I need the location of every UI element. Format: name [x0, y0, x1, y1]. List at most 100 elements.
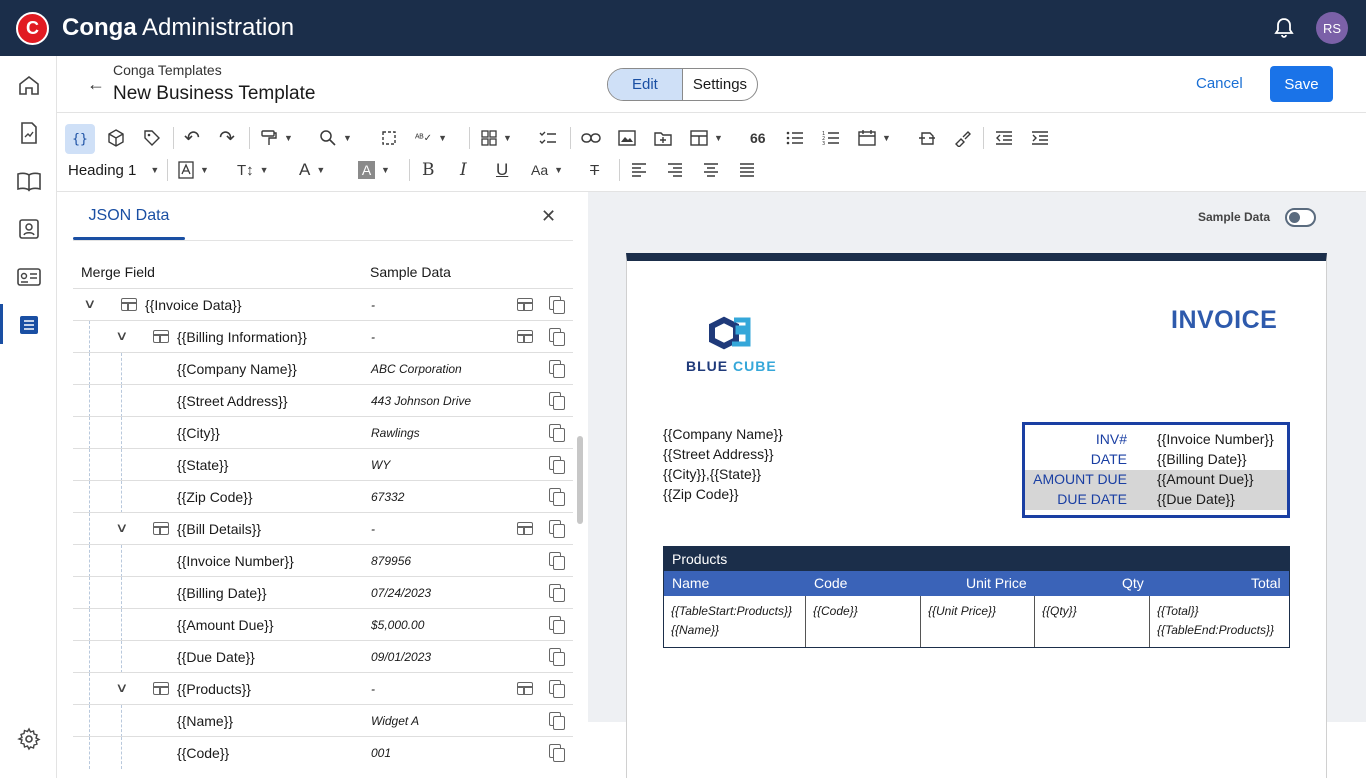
- bullet-list-icon[interactable]: [786, 125, 804, 151]
- insert-table-icon[interactable]: [517, 298, 533, 311]
- image-icon[interactable]: [618, 125, 636, 151]
- copy-icon[interactable]: [549, 584, 565, 602]
- redo-icon[interactable]: ↷: [219, 125, 235, 151]
- refresh-doc-icon[interactable]: [918, 125, 936, 151]
- copy-icon[interactable]: [549, 488, 565, 506]
- chevron-down-icon[interactable]: ∨: [115, 520, 128, 536]
- undo-icon[interactable]: ↶: [184, 125, 200, 151]
- tree-row-zip-code[interactable]: {{Zip Code}} 67332: [73, 480, 573, 513]
- highlight-color-icon[interactable]: A ▼: [358, 157, 390, 183]
- font-size-icon[interactable]: T↕ ▼: [237, 157, 269, 183]
- tree-row-state[interactable]: {{State}} WY: [73, 448, 573, 481]
- text-case-icon[interactable]: Aa ▼: [531, 157, 563, 183]
- copy-icon[interactable]: [549, 648, 565, 666]
- conga-logo: C: [16, 12, 49, 45]
- calendar-icon[interactable]: ▼: [858, 125, 891, 151]
- copy-icon[interactable]: [549, 360, 565, 378]
- bill-to-address: {{Company Name}} {{Street Address}} {{Ci…: [663, 426, 783, 502]
- id-card-icon[interactable]: [16, 264, 42, 290]
- back-arrow-icon[interactable]: ←: [87, 74, 105, 95]
- select-all-icon[interactable]: [381, 125, 397, 151]
- tree-row-products[interactable]: ∨ {{Products}} -: [73, 672, 573, 705]
- tree-row-amount-due[interactable]: {{Amount Due}} $5,000.00: [73, 608, 573, 641]
- close-icon[interactable]: ✕: [541, 206, 556, 227]
- table-node-icon: [153, 522, 169, 535]
- numbered-list-icon[interactable]: 123: [822, 125, 840, 151]
- copy-icon[interactable]: [549, 392, 565, 410]
- checklist-icon[interactable]: [539, 125, 557, 151]
- tree-row-bill-details[interactable]: ∨ {{Bill Details}} -: [73, 512, 573, 545]
- copy-icon[interactable]: [549, 424, 565, 442]
- cube-icon[interactable]: [107, 125, 125, 151]
- insert-table-icon[interactable]: [517, 522, 533, 535]
- table-icon[interactable]: ▼: [690, 125, 723, 151]
- settings-gear-icon[interactable]: [16, 726, 42, 752]
- tab-json-data[interactable]: JSON Data: [73, 207, 185, 225]
- align-center-icon[interactable]: [703, 157, 719, 183]
- breadcrumb[interactable]: Conga Templates: [113, 62, 222, 78]
- tree-row-billing-date[interactable]: {{Billing Date}} 07/24/2023: [73, 576, 573, 609]
- search-icon[interactable]: ▼: [319, 125, 352, 151]
- font-color-icon[interactable]: A ▼: [299, 157, 325, 183]
- contact-card-icon[interactable]: [16, 216, 42, 242]
- format-painter-icon[interactable]: ▼: [260, 125, 293, 151]
- paragraph-style-select[interactable]: Heading 1 ▼: [68, 157, 159, 183]
- copy-icon[interactable]: [549, 744, 565, 762]
- outdent-icon[interactable]: [995, 125, 1013, 151]
- copy-icon[interactable]: [549, 616, 565, 634]
- sample-data-toggle[interactable]: [1285, 208, 1316, 227]
- tree-row-code[interactable]: {{Code}} 001: [73, 736, 573, 769]
- copy-icon[interactable]: [549, 552, 565, 570]
- underline-icon[interactable]: U: [496, 157, 508, 183]
- copy-icon[interactable]: [549, 296, 565, 314]
- quote-icon[interactable]: 66: [750, 125, 766, 151]
- tree-row-invoice-number[interactable]: {{Invoice Number}} 879956: [73, 544, 573, 577]
- link-icon[interactable]: [581, 125, 601, 151]
- blue-cube-logo-icon: [709, 316, 751, 350]
- document-icon[interactable]: [16, 120, 42, 146]
- spellcheck-icon[interactable]: ᴬᴮ✓ ▼: [415, 125, 447, 151]
- justify-icon[interactable]: [739, 157, 755, 183]
- tab-edit[interactable]: Edit: [608, 69, 683, 100]
- panel-scrollbar[interactable]: [577, 436, 583, 524]
- align-right-icon[interactable]: [667, 157, 683, 183]
- copy-icon[interactable]: [549, 328, 565, 346]
- align-left-icon[interactable]: [631, 157, 647, 183]
- clean-brush-icon[interactable]: [953, 125, 971, 151]
- tree-row-company-name[interactable]: {{Company Name}} ABC Corporation: [73, 352, 573, 385]
- indent-icon[interactable]: [1031, 125, 1049, 151]
- page-title: New Business Template: [113, 83, 316, 104]
- chevron-down-icon[interactable]: ∨: [83, 296, 96, 312]
- copy-icon[interactable]: [549, 520, 565, 538]
- user-avatar[interactable]: RS: [1316, 12, 1348, 44]
- copy-icon[interactable]: [549, 456, 565, 474]
- italic-icon[interactable]: I: [460, 157, 467, 183]
- tree-row-due-date[interactable]: {{Due Date}} 09/01/2023: [73, 640, 573, 673]
- copy-icon[interactable]: [549, 680, 565, 698]
- tree-row-invoice-data[interactable]: ∨ {{Invoice Data}} -: [73, 288, 573, 320]
- merge-field-icon[interactable]: {}: [65, 124, 95, 154]
- tag-icon[interactable]: [143, 125, 161, 151]
- chevron-down-icon[interactable]: ∨: [115, 328, 128, 344]
- insert-folder-icon[interactable]: [654, 125, 672, 151]
- tree-row-street-address[interactable]: {{Street Address}} 443 Johnson Drive: [73, 384, 573, 417]
- home-icon[interactable]: [16, 72, 42, 98]
- layout-grid-icon[interactable]: ▼: [481, 125, 512, 151]
- tab-settings[interactable]: Settings: [683, 69, 757, 100]
- tree-row-city[interactable]: {{City}} Rawlings: [73, 416, 573, 449]
- chevron-down-icon[interactable]: ∨: [115, 680, 128, 696]
- clear-format-icon[interactable]: T: [590, 157, 599, 183]
- notification-bell-icon[interactable]: [1272, 16, 1296, 40]
- bold-icon[interactable]: B: [422, 157, 435, 183]
- insert-table-icon[interactable]: [517, 682, 533, 695]
- save-button[interactable]: Save: [1270, 66, 1333, 102]
- copy-icon[interactable]: [549, 712, 565, 730]
- cancel-button[interactable]: Cancel: [1196, 75, 1243, 92]
- tree-row-billing-information[interactable]: ∨ {{Billing Information}} -: [73, 320, 573, 353]
- info-row-due-date: DUE DATE {{Due Date}}: [1025, 490, 1287, 510]
- book-icon[interactable]: [16, 168, 42, 194]
- tree-row-name[interactable]: {{Name}} Widget A: [73, 704, 573, 737]
- templates-icon[interactable]: [16, 312, 42, 338]
- insert-table-icon[interactable]: [517, 330, 533, 343]
- font-box-icon[interactable]: ▼: [178, 157, 209, 183]
